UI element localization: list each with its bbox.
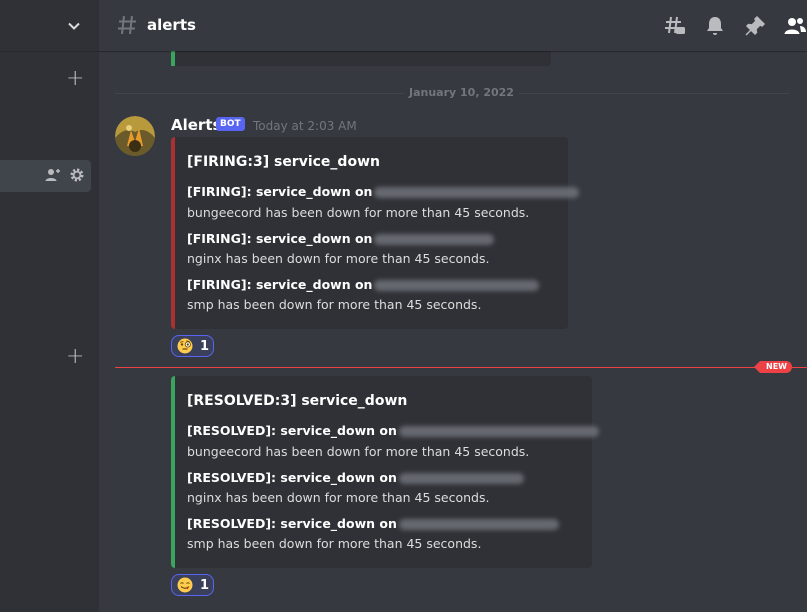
pin-icon[interactable] xyxy=(743,14,767,38)
add-channel-icon[interactable]: + xyxy=(66,346,84,368)
alert-embed-resolved: [RESOLVED:3] service_down [RESOLVED]: se… xyxy=(171,376,599,568)
bell-icon[interactable] xyxy=(703,14,727,38)
redacted-host xyxy=(374,234,495,245)
alert-description: nginx has been down for more than 45 sec… xyxy=(187,490,490,505)
face-savoring-food-icon xyxy=(177,577,193,593)
new-messages-divider xyxy=(115,367,807,368)
alert-heading: [RESOLVED]: service_down on xyxy=(187,423,599,438)
alert-heading: [RESOLVED]: service_down on xyxy=(187,516,559,531)
alert-description: smp has been down for more than 45 secon… xyxy=(187,297,482,312)
embed-title: [RESOLVED:3] service_down xyxy=(187,393,408,409)
gear-icon[interactable] xyxy=(69,167,85,183)
reaction-yum[interactable]: 1 xyxy=(171,574,214,596)
redacted-host xyxy=(398,519,559,530)
alert-description: nginx has been down for more than 45 sec… xyxy=(187,251,490,266)
reaction-count: 1 xyxy=(200,338,210,354)
alert-description: bungeecord has been down for more than 4… xyxy=(187,444,530,459)
alert-heading: [FIRING]: service_down on xyxy=(187,277,540,292)
embed-title: [FIRING:3] service_down xyxy=(187,154,380,170)
alert-heading: [FIRING]: service_down on xyxy=(187,231,495,246)
channel-hash-icon xyxy=(118,15,136,35)
bot-tag: BOT xyxy=(216,117,245,131)
new-messages-badge: NEW xyxy=(754,361,792,373)
alert-description: smp has been down for more than 45 secon… xyxy=(187,536,482,551)
chevron-down-icon[interactable] xyxy=(66,18,82,34)
avatar[interactable] xyxy=(115,116,155,156)
redacted-host xyxy=(398,426,599,437)
reaction-monocle[interactable]: 1 xyxy=(171,335,214,357)
alert-embed-firing: [FIRING:3] service_down [FIRING]: servic… xyxy=(171,137,580,329)
alert-description: bungeecord has been down for more than 4… xyxy=(187,205,530,220)
channel-name: alerts xyxy=(147,16,196,34)
message-timestamp[interactable]: Today at 2:03 AM xyxy=(253,119,357,133)
threads-icon[interactable] xyxy=(663,14,687,38)
date-divider-label: January 10, 2022 xyxy=(404,86,519,99)
alert-heading: [FIRING]: service_down on xyxy=(187,184,580,199)
channel-sidebar: + + xyxy=(0,0,99,612)
redacted-host xyxy=(374,280,540,291)
reaction-count: 1 xyxy=(200,577,210,593)
invite-icon[interactable] xyxy=(45,167,61,183)
server-header[interactable] xyxy=(0,0,99,51)
face-with-monocle-icon xyxy=(177,338,193,354)
channel-header: alerts xyxy=(99,0,807,51)
alert-heading: [RESOLVED]: service_down on xyxy=(187,470,524,485)
redacted-host xyxy=(398,473,524,484)
sidebar-item-alerts[interactable] xyxy=(0,160,91,192)
message-author[interactable]: Alerts xyxy=(171,116,221,134)
add-channel-icon[interactable]: + xyxy=(66,68,84,90)
member-list-icon[interactable] xyxy=(783,14,807,38)
previous-embed xyxy=(171,50,551,66)
redacted-host xyxy=(374,187,580,198)
